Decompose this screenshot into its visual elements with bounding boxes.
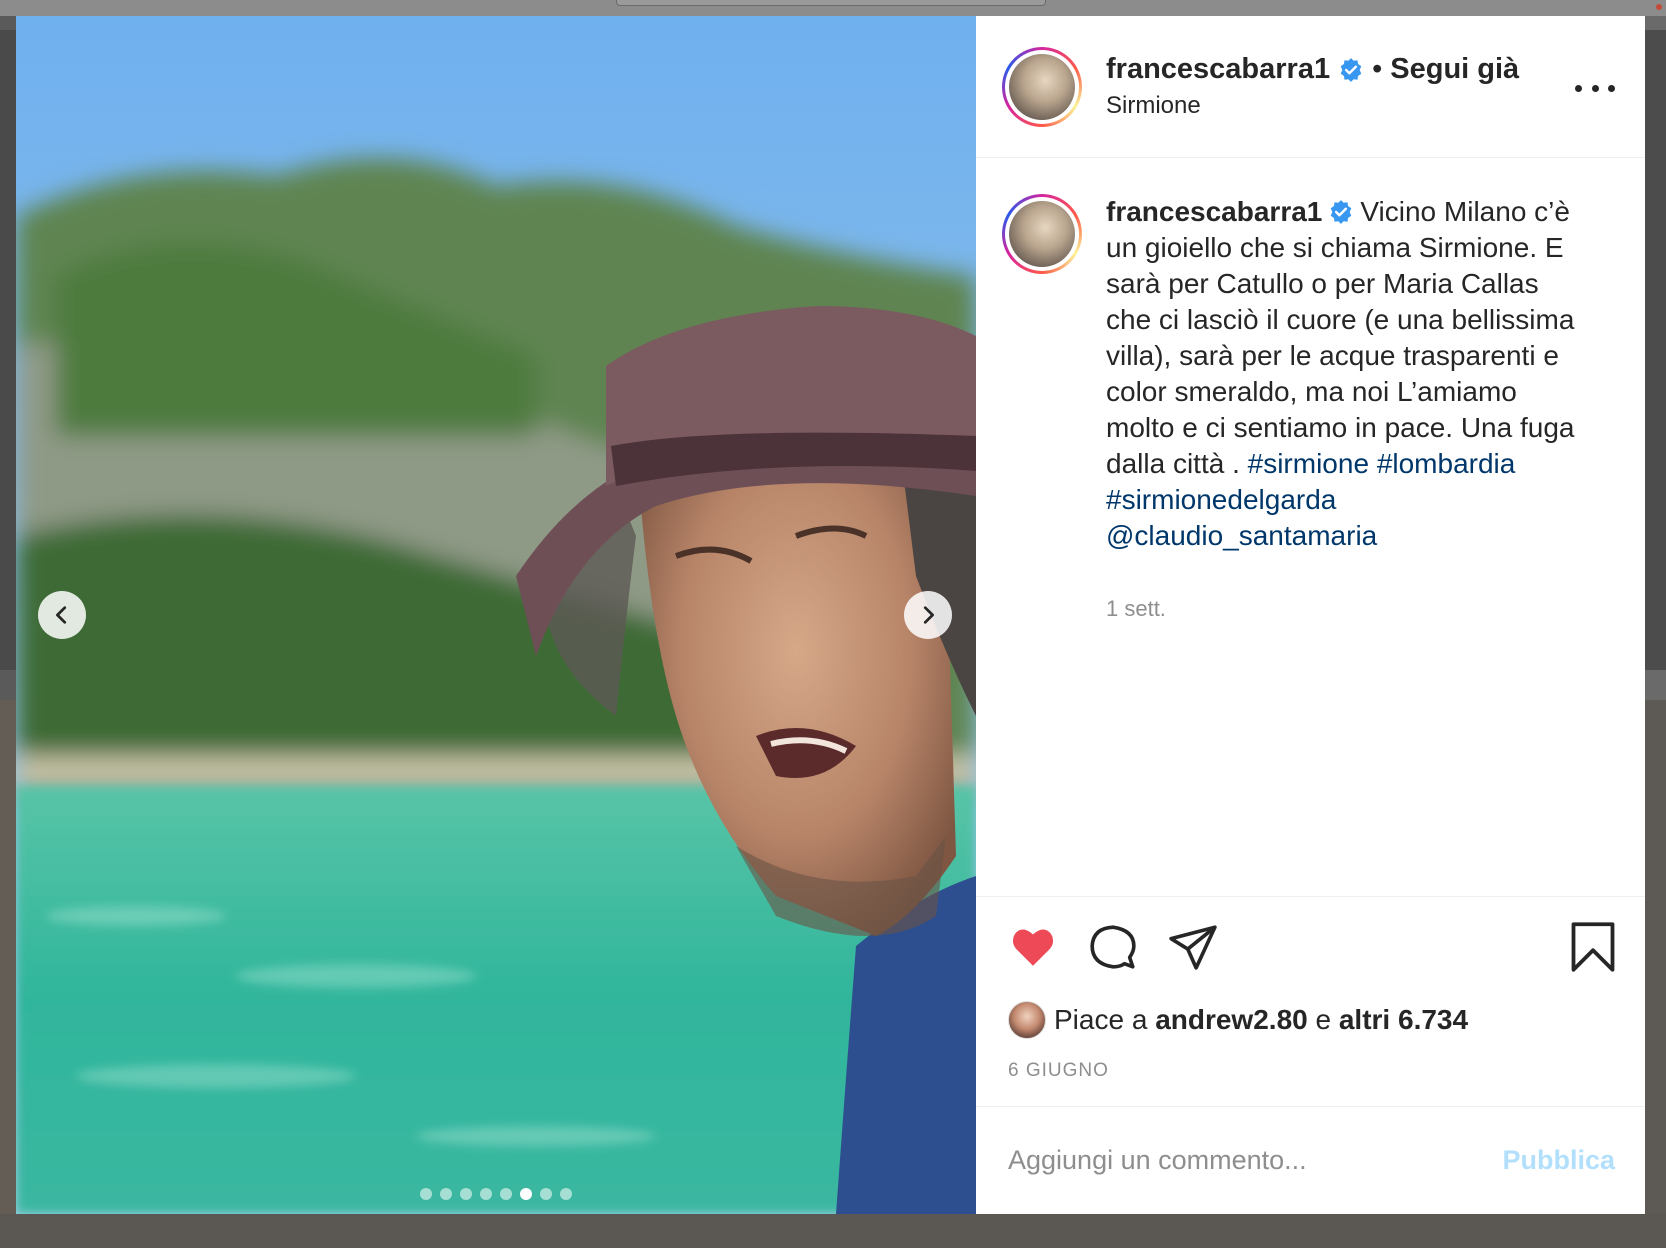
more-dot	[1575, 84, 1582, 92]
notification-dot	[1656, 4, 1662, 10]
background-tile	[1645, 30, 1666, 670]
author-avatar[interactable]	[1002, 46, 1082, 127]
more-options-icon[interactable]	[1575, 78, 1615, 98]
hashtag-sirmionedelgarda[interactable]: #sirmionedelgarda	[1106, 484, 1336, 515]
background-tile	[1645, 700, 1666, 1248]
carousel-dot	[480, 1188, 492, 1200]
avatar-border	[1005, 49, 1079, 124]
carousel-dot	[540, 1188, 552, 1200]
hashtag-lombardia[interactable]: #lombardia	[1377, 448, 1516, 479]
hashtag-sirmione[interactable]: #sirmione	[1248, 448, 1369, 479]
avatar-border	[1005, 197, 1079, 271]
background-search-bar	[616, 0, 1046, 6]
publish-button[interactable]: Pubblica	[1502, 1145, 1615, 1176]
more-dot	[1591, 84, 1599, 92]
header-text: francescabarra1 • Segui già Sirmione	[1106, 53, 1519, 120]
next-slide-button[interactable]	[904, 591, 952, 639]
caption-body-text: Vicino Milano c’è un gioiello che si chi…	[1106, 196, 1575, 479]
likes-summary: Piace a andrew2.80 e altri 6.734	[976, 996, 1645, 1044]
post-header: francescabarra1 • Segui già Sirmione	[976, 16, 1645, 158]
background-tile	[0, 30, 16, 670]
carousel-dot	[460, 1188, 472, 1200]
verified-badge-icon	[1340, 57, 1362, 82]
verified-badge-icon	[1331, 200, 1352, 224]
likes-prefix: Piace a	[1054, 1004, 1148, 1035]
following-button[interactable]: Segui già	[1390, 53, 1519, 86]
share-icon[interactable]	[1168, 922, 1218, 972]
bookmark-icon[interactable]	[1569, 921, 1617, 973]
post-details-panel: francescabarra1 • Segui già Sirmione fra…	[976, 16, 1645, 1214]
caption-avatar[interactable]	[1002, 194, 1082, 274]
carousel-indicator	[16, 1188, 976, 1200]
heart-icon[interactable]	[1008, 922, 1058, 972]
avatar-image	[1009, 201, 1075, 267]
liker-username[interactable]: andrew2.80	[1155, 1004, 1308, 1036]
carousel-dot	[520, 1188, 532, 1200]
comment-bar: Pubblica	[976, 1106, 1645, 1214]
avatar-image	[1009, 53, 1075, 120]
carousel-dot	[560, 1188, 572, 1200]
carousel-dot	[420, 1188, 432, 1200]
header-line: francescabarra1 • Segui già	[1106, 53, 1519, 86]
action-bar	[976, 896, 1645, 996]
caption-time: 1 sett.	[1106, 596, 1166, 621]
carousel-dot	[440, 1188, 452, 1200]
post-location[interactable]: Sirmione	[1106, 92, 1519, 120]
comment-input[interactable]	[1008, 1145, 1503, 1176]
author-username[interactable]: francescabarra1	[1106, 53, 1330, 86]
caption-text: francescabarra1 Vicino Milano c’è un gio…	[1106, 194, 1586, 554]
caption-area: francescabarra1 Vicino Milano c’è un gio…	[976, 158, 1645, 896]
follow-separator: •	[1372, 53, 1383, 85]
photo-scene	[16, 16, 976, 1214]
background-tile	[0, 1214, 1666, 1248]
post-date: 6 GIUGNO	[1008, 1060, 1109, 1081]
chevron-right-icon	[923, 606, 934, 624]
post-photo	[16, 16, 976, 1214]
background-tile	[0, 700, 16, 1248]
previous-slide-button[interactable]	[38, 591, 86, 639]
more-dot	[1608, 84, 1615, 92]
comment-icon[interactable]	[1088, 922, 1138, 972]
likes-others-link[interactable]: altri 6.734	[1339, 1004, 1468, 1036]
chevron-left-icon	[56, 606, 67, 624]
caption-body: francescabarra1 Vicino Milano c’è un gio…	[1106, 194, 1586, 896]
liker-avatar[interactable]	[1008, 1001, 1046, 1039]
mention-claudio-santamaria[interactable]: @claudio_santamaria	[1106, 520, 1377, 551]
likes-middle: e	[1315, 1004, 1332, 1035]
caption-username[interactable]: francescabarra1	[1106, 196, 1322, 227]
carousel-dot	[500, 1188, 512, 1200]
post-modal: francescabarra1 • Segui già Sirmione fra…	[16, 16, 1645, 1214]
